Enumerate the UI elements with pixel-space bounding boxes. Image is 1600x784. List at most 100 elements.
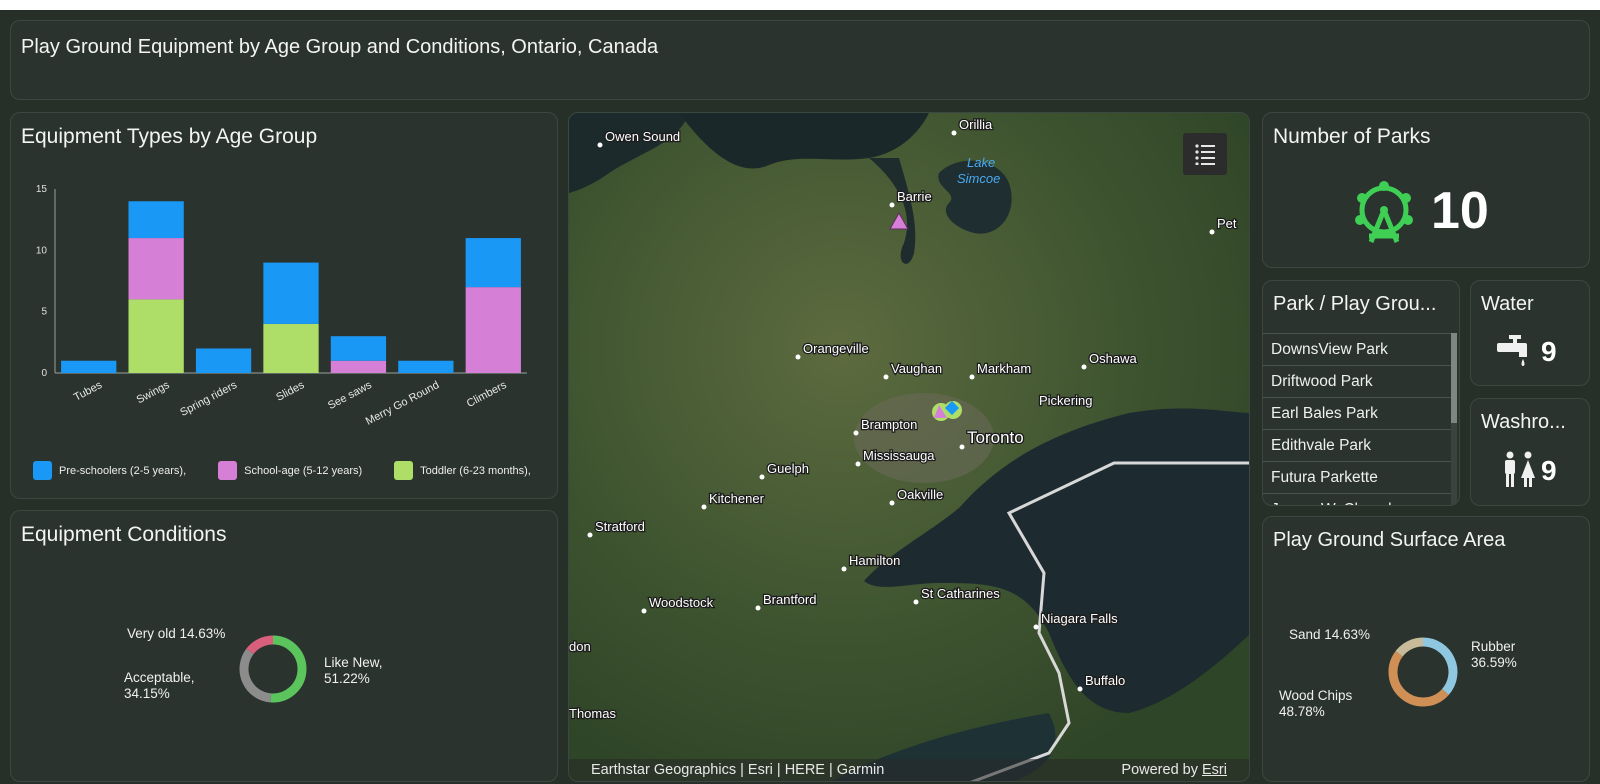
water-title: Water xyxy=(1481,293,1534,315)
park-list-item[interactable]: Driftwood Park xyxy=(1263,365,1451,397)
satellite-map[interactable]: Owen Sound Orillia Barrie Pet Orangeville Vau… xyxy=(569,113,1250,782)
bar-segment[interactable] xyxy=(128,299,184,373)
x-tick-label: See saws xyxy=(326,379,374,412)
place-label: Toronto xyxy=(967,428,1024,447)
place-dot xyxy=(889,500,895,506)
washroom-title: Washro... xyxy=(1481,411,1566,433)
place-dot xyxy=(951,130,957,136)
place-dot xyxy=(597,142,603,148)
place-label: Mississauga xyxy=(863,448,935,463)
bar-segment[interactable] xyxy=(128,201,184,239)
place-dot xyxy=(701,504,707,510)
donut-slice[interactable] xyxy=(246,635,274,655)
donut-slice[interactable] xyxy=(1422,637,1458,695)
donut-slice[interactable] xyxy=(239,648,272,703)
y-tick-label: 5 xyxy=(41,307,47,318)
park-list: DownsView Park Driftwood Park Earl Bales P… xyxy=(1263,333,1451,505)
bar-segment[interactable] xyxy=(330,336,387,361)
place-label: Thomas xyxy=(569,706,616,721)
place-dot xyxy=(1033,624,1039,630)
bar-segment[interactable] xyxy=(195,348,252,373)
map-attribution: Earthstar Geographics | Esri | HERE | Ga… xyxy=(569,759,1249,781)
bar-segment[interactable] xyxy=(465,238,521,288)
surface-donut-chart: Rubber 36.59% Wood Chips 48.78% Sand 14.63% xyxy=(1279,627,1517,719)
legend-swatch xyxy=(33,461,52,480)
place-label: Brampton xyxy=(861,417,917,432)
place-label: Orangeville xyxy=(803,341,869,356)
place-dot xyxy=(587,532,593,538)
place-label: Vaughan xyxy=(891,361,942,376)
place-label: Stratford xyxy=(595,519,645,534)
powered-by: Powered by Esri xyxy=(1121,762,1227,778)
page-title: Play Ground Equipment by Age Group and C… xyxy=(21,36,659,58)
lake-simcoe-label: Simcoe xyxy=(957,171,1000,186)
park-list-panel: Park / Play Grou... DownsView Park Driftw… xyxy=(1262,280,1460,506)
park-list-item[interactable]: DownsView Park xyxy=(1263,333,1451,365)
bar-segment[interactable] xyxy=(263,323,319,373)
park-list-scrollbar[interactable] xyxy=(1451,333,1457,505)
place-label: Markham xyxy=(977,361,1031,376)
slice-label: Rubber 36.59% xyxy=(1471,639,1517,670)
legend-swatch xyxy=(394,461,414,480)
x-tick-label: Swings xyxy=(135,379,172,406)
equipment-types-panel: Equipment Types by Age Group 0 5 10 15 Tubes… xyxy=(10,112,558,499)
number-of-parks-panel: Number of Parks 10 xyxy=(1262,112,1590,268)
scroll-thumb[interactable] xyxy=(1451,333,1457,423)
place-label: Orillia xyxy=(959,117,993,132)
legend-item[interactable]: School-age (5-12 years) xyxy=(218,461,362,480)
map-view[interactable]: Owen Sound Orillia Barrie Pet Orangeville Vau… xyxy=(568,112,1250,782)
legend-item[interactable]: Toddler (6-23 months), xyxy=(394,461,531,480)
place-label: Hamilton xyxy=(849,553,900,568)
place-dot xyxy=(755,605,761,611)
slice-label: Like New, 51.22% xyxy=(324,655,383,686)
lake-simcoe-label: Lake xyxy=(967,155,995,170)
place-dot xyxy=(1081,364,1087,370)
place-dot xyxy=(841,566,847,572)
legend-swatch xyxy=(218,461,238,480)
browser-top-strip xyxy=(0,0,1600,10)
bar-segment[interactable] xyxy=(330,360,387,373)
bar-segment[interactable] xyxy=(263,262,319,324)
place-dot xyxy=(853,430,859,436)
place-label: Buffalo xyxy=(1085,673,1125,688)
faucet-icon xyxy=(1497,335,1527,366)
bar-legend: Pre-schoolers (2-5 years), School-age (5-… xyxy=(33,461,531,480)
x-tick-label: Climbers xyxy=(465,379,509,410)
attribution-text: Earthstar Geographics | Esri | HERE | Ga… xyxy=(591,762,885,778)
place-label: Barrie xyxy=(897,189,932,204)
place-label: St Catharines xyxy=(921,586,1000,601)
donut-slice[interactable] xyxy=(1395,637,1424,657)
donut-slice[interactable] xyxy=(1388,651,1449,707)
water-count: 9 xyxy=(1541,336,1557,367)
park-list-item[interactable]: James W. Chavel... xyxy=(1263,493,1451,505)
park-list-item[interactable]: Edithvale Park xyxy=(1263,429,1451,461)
equipment-conditions-panel: Equipment Conditions Like New, 51.22% Acce… xyxy=(10,510,558,782)
place-dot xyxy=(959,444,965,450)
legend-label: School-age (5-12 years) xyxy=(244,464,363,477)
bar-segment[interactable] xyxy=(398,360,454,373)
list-icon xyxy=(1195,144,1215,165)
place-dot xyxy=(641,608,647,614)
washroom-count: 9 xyxy=(1541,455,1557,486)
place-label: Kitchener xyxy=(709,491,765,506)
donut-slice[interactable] xyxy=(270,635,307,703)
bar-segment[interactable] xyxy=(61,360,117,373)
legend-list-button[interactable] xyxy=(1183,133,1227,175)
place-dot xyxy=(889,202,895,208)
bar-segment[interactable] xyxy=(128,238,184,300)
park-list-item[interactable]: Futura Parkette xyxy=(1263,461,1451,493)
legend-item[interactable]: Pre-schoolers (2-5 years), xyxy=(33,461,186,480)
place-label: Niagara Falls xyxy=(1041,611,1118,626)
esri-link[interactable]: Esri xyxy=(1202,762,1227,778)
place-label: Oakville xyxy=(897,487,943,502)
y-tick-label: 10 xyxy=(36,245,48,256)
ferris-wheel-icon xyxy=(1355,181,1413,243)
water-panel: Water 9 xyxy=(1470,280,1590,386)
y-tick-label: 0 xyxy=(41,368,47,379)
bar-segment[interactable] xyxy=(465,287,521,373)
place-dot xyxy=(759,474,765,480)
park-list-title: Park / Play Grou... xyxy=(1273,293,1437,315)
conditions-donut-chart: Like New, 51.22% Acceptable, 34.15% Very old… xyxy=(124,626,383,703)
park-list-item[interactable]: Earl Bales Park xyxy=(1263,397,1451,429)
place-dot xyxy=(913,599,919,605)
